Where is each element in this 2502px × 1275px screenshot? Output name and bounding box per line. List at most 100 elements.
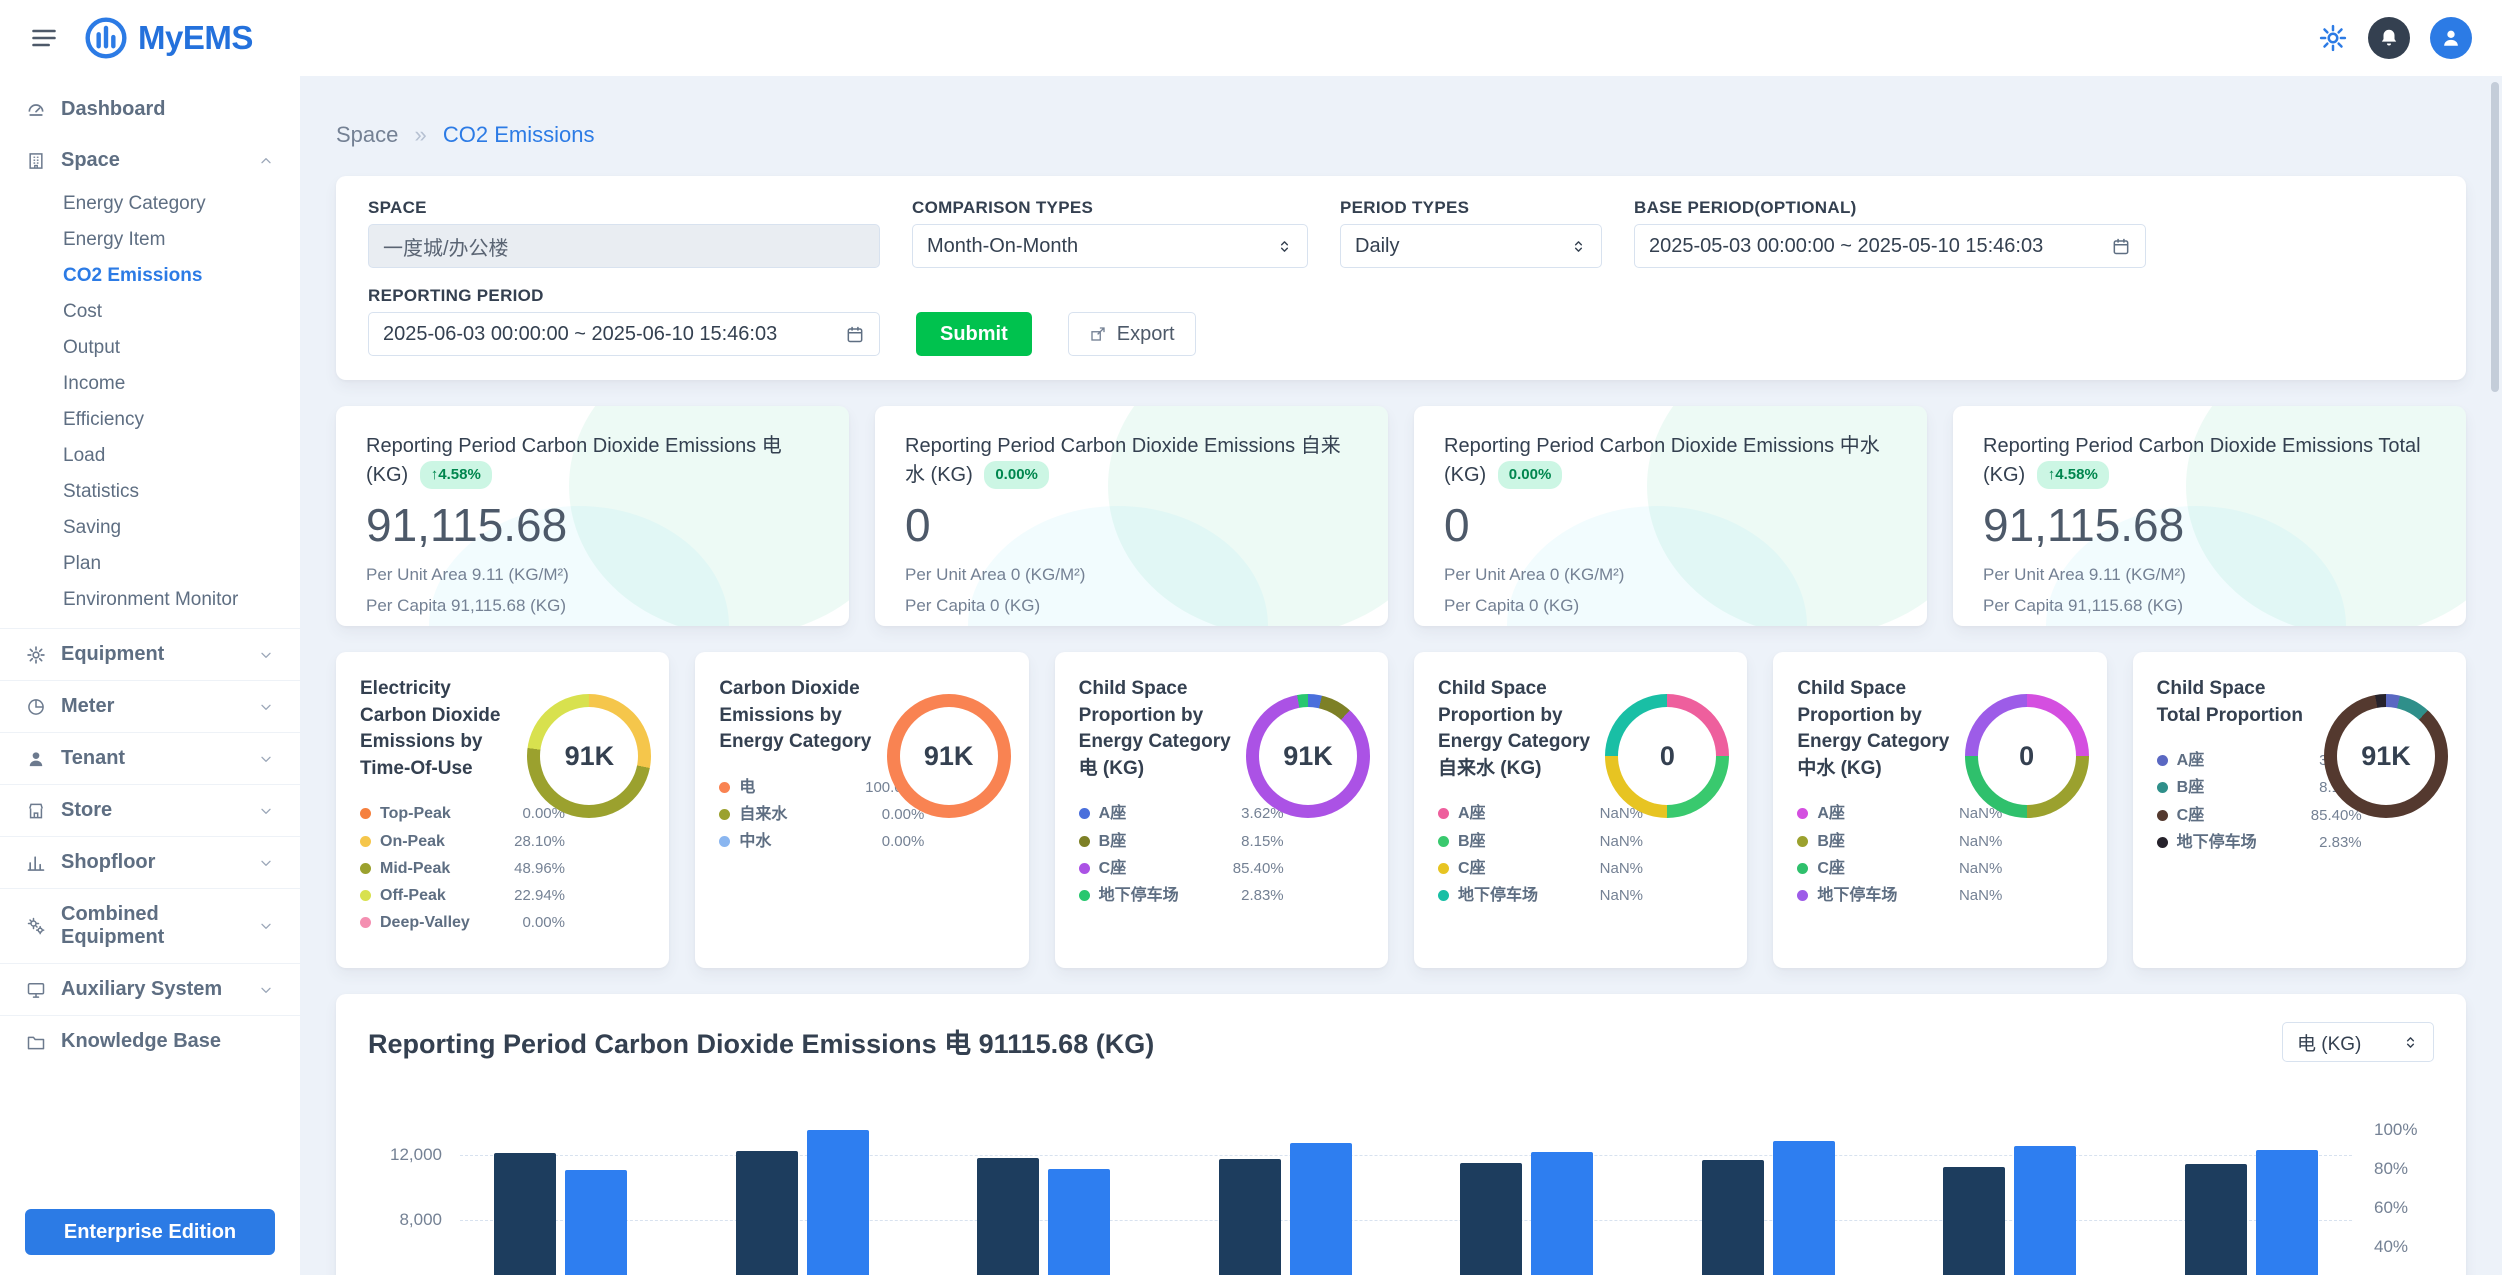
donut-chart: 0 (1605, 694, 1729, 818)
sidebar-item-tenant[interactable]: Tenant (0, 732, 300, 784)
period-type-select[interactable]: Daily (1340, 224, 1602, 268)
folder-icon (26, 1032, 46, 1052)
reporting-period-bar[interactable] (1290, 1143, 1352, 1275)
reporting-period-bar[interactable] (1773, 1141, 1835, 1275)
sidebar-subitem-plan[interactable]: Plan (0, 546, 300, 582)
reporting-period-bar[interactable] (2014, 1146, 2076, 1275)
unit-select[interactable]: 电 (KG) (2282, 1022, 2434, 1062)
sidebar-subitem-energy-category[interactable]: Energy Category (0, 186, 300, 222)
menu-toggle-icon[interactable] (30, 24, 58, 52)
user-avatar[interactable] (2430, 17, 2472, 59)
legend-item[interactable]: 地下停车场2.83% (1079, 882, 1284, 909)
sidebar-subitem-output[interactable]: Output (0, 330, 300, 366)
sidebar-subitem-co2-emissions[interactable]: CO2 Emissions (0, 258, 300, 294)
sidebar-subitem-income[interactable]: Income (0, 366, 300, 402)
sidebar-subitem-energy-item[interactable]: Energy Item (0, 222, 300, 258)
legend-item[interactable]: 地下停车场NaN% (1797, 882, 2002, 909)
base-period-bar[interactable] (977, 1158, 1039, 1275)
legend-item[interactable]: Mid-Peak48.96% (360, 855, 565, 882)
sidebar-subitem-load[interactable]: Load (0, 438, 300, 474)
sidebar-subitem-environment-monitor[interactable]: Environment Monitor (0, 582, 300, 618)
base-period-bar[interactable] (1702, 1160, 1764, 1275)
legend-item[interactable]: B座NaN% (1797, 828, 2002, 855)
legend-dot-icon (2157, 755, 2168, 766)
stat-card: Reporting Period Carbon Dioxide Emission… (1414, 406, 1927, 626)
sidebar-subitem-cost[interactable]: Cost (0, 294, 300, 330)
space-input[interactable]: 一度城/办公楼 (368, 224, 880, 268)
legend-item[interactable]: C座85.40% (1079, 855, 1284, 882)
export-button[interactable]: Export (1068, 312, 1196, 356)
enterprise-edition-button[interactable]: Enterprise Edition (25, 1209, 275, 1255)
legend-item[interactable]: Deep-Valley0.00% (360, 909, 565, 936)
sidebar-subitem-statistics[interactable]: Statistics (0, 474, 300, 510)
legend-value: 2.83% (1241, 887, 1284, 904)
bar-group (1219, 1143, 1352, 1275)
base-period-bar[interactable] (1943, 1167, 2005, 1275)
reporting-period-bar[interactable] (2256, 1150, 2318, 1275)
reporting-period-bar[interactable] (807, 1130, 869, 1275)
legend-label: 自来水 (739, 805, 787, 824)
submit-button[interactable]: Submit (916, 312, 1032, 356)
legend-item[interactable]: C座NaN% (1438, 855, 1643, 882)
donut-center-value: 0 (1965, 694, 2089, 818)
base-period-bar[interactable] (1219, 1159, 1281, 1275)
sidebar-item-space[interactable]: Space (0, 135, 300, 186)
base-period-input[interactable]: 2025-05-03 00:00:00 ~ 2025-05-10 15:46:0… (1634, 224, 2146, 268)
reporting-period-bar[interactable] (1048, 1169, 1110, 1275)
legend-item[interactable]: 地下停车场2.83% (2157, 829, 2362, 856)
legend-item[interactable]: B座8.15% (1079, 828, 1284, 855)
sidebar-item-meter[interactable]: Meter (0, 680, 300, 732)
monitor-icon (26, 980, 46, 1000)
settings-gear-icon[interactable] (2318, 23, 2348, 53)
legend-item[interactable]: 中水0.00% (719, 828, 924, 855)
reporting-period-input[interactable]: 2025-06-03 00:00:00 ~ 2025-06-10 15:46:0… (368, 312, 880, 356)
legend-item[interactable]: C座NaN% (1797, 855, 2002, 882)
right-axis-tick: 40% (2374, 1237, 2408, 1257)
page-scrollbar[interactable] (2491, 82, 2499, 392)
sidebar-subitem-saving[interactable]: Saving (0, 510, 300, 546)
sidebar-item-label: Space (61, 149, 120, 172)
sidebar-item-combined-equipment[interactable]: Combined Equipment (0, 888, 300, 963)
legend-item[interactable]: 地下停车场NaN% (1438, 882, 1643, 909)
legend-label: C座 (1099, 859, 1127, 878)
reporting-period-bar[interactable] (1531, 1152, 1593, 1275)
sidebar-item-auxiliary-system[interactable]: Auxiliary System (0, 963, 300, 1015)
legend-item[interactable]: B座NaN% (1438, 828, 1643, 855)
brand-logo[interactable]: MyEMS (84, 16, 253, 60)
sidebar-item-knowledge-base[interactable]: Knowledge Base (0, 1015, 300, 1067)
app-root: MyEMS Dashboard Space Energy CategoryEnerg… (0, 0, 2502, 1275)
body-row: Dashboard Space Energy CategoryEnergy Item… (0, 76, 2502, 1275)
legend-value: 28.10% (514, 833, 565, 850)
legend-dot-icon (1438, 890, 1449, 901)
period-value: Daily (1355, 235, 1399, 258)
right-axis-tick: 80% (2374, 1159, 2408, 1179)
right-axis-tick: 60% (2374, 1198, 2408, 1218)
legend-dot-icon (1438, 836, 1449, 847)
donut-chart: 91K (887, 694, 1011, 818)
export-icon (1089, 325, 1107, 343)
base-period-bar[interactable] (736, 1151, 798, 1275)
notifications-button[interactable] (2368, 17, 2410, 59)
base-period-bar[interactable] (494, 1153, 556, 1275)
legend-dot-icon (360, 836, 371, 847)
base-period-bar[interactable] (2185, 1164, 2247, 1275)
legend-item[interactable]: On-Peak 28.10% (360, 828, 565, 855)
stat-per-unit-area: Per Unit Area 0 (KG/M²) (1444, 560, 1897, 591)
breadcrumb-parent[interactable]: Space (336, 122, 398, 147)
legend-item[interactable]: Off-Peak22.94% (360, 882, 565, 909)
reporting-period-bar[interactable] (565, 1170, 627, 1275)
legend-label: On-Peak (380, 832, 445, 851)
base-period-bar[interactable] (1460, 1163, 1522, 1275)
sidebar-item-shopfloor[interactable]: Shopfloor (0, 836, 300, 888)
person-icon (2440, 27, 2462, 49)
sidebar-item-equipment[interactable]: Equipment (0, 628, 300, 680)
legend-dot-icon (719, 782, 730, 793)
comparison-type-select[interactable]: Month-On-Month (912, 224, 1308, 268)
sidebar-item-dashboard[interactable]: Dashboard (0, 84, 300, 135)
legend-dot-icon (360, 863, 371, 874)
sidebar-item-store[interactable]: Store (0, 784, 300, 836)
breadcrumb-current[interactable]: CO2 Emissions (443, 122, 595, 147)
sidebar-subitem-efficiency[interactable]: Efficiency (0, 402, 300, 438)
donut-chart: 91K (527, 694, 651, 818)
period-field: PERIOD TYPES Daily (1340, 198, 1602, 268)
